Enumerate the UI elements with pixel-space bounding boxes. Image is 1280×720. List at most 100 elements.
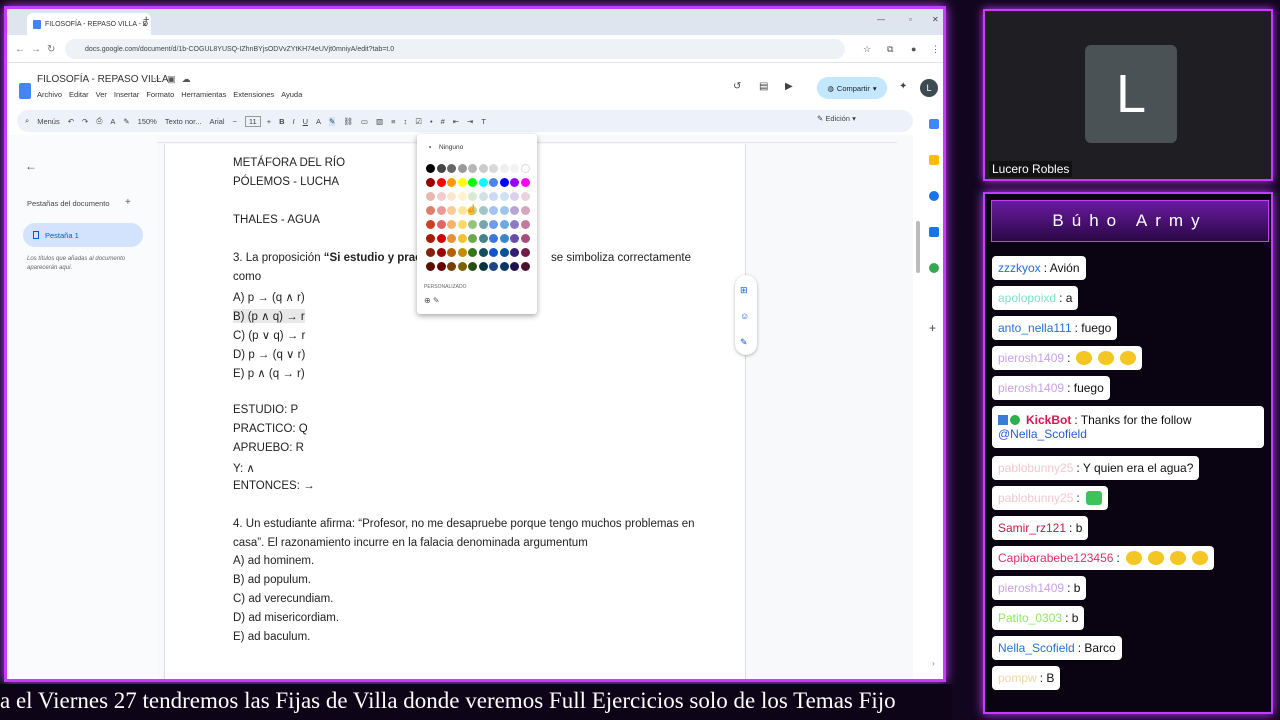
chat-username[interactable]: pierosh1409 (998, 381, 1064, 395)
color-swatch[interactable] (447, 164, 456, 173)
contacts-icon[interactable] (929, 227, 939, 237)
color-swatch[interactable] (499, 234, 509, 243)
url-field[interactable]: docs.google.com/document/d/1b-COGUL8YUSQ… (65, 39, 845, 59)
none-option[interactable]: Ninguno (439, 144, 463, 151)
chat-username[interactable]: pablobunny25 (998, 491, 1073, 505)
color-swatch[interactable] (457, 192, 467, 201)
color-swatch[interactable] (520, 248, 530, 257)
chat-username[interactable]: Samir_rz121 (998, 521, 1066, 535)
menu-ayuda[interactable]: Ayuda (281, 90, 302, 99)
color-swatch[interactable] (426, 220, 435, 229)
color-swatch[interactable] (478, 234, 488, 243)
emoji-reaction-icon[interactable]: ☺ (740, 311, 749, 321)
color-swatch[interactable] (426, 192, 435, 201)
color-swatch[interactable] (436, 234, 446, 243)
color-swatch[interactable] (468, 234, 477, 243)
move-folder-icon[interactable]: ▣ (167, 74, 182, 84)
color-swatch[interactable] (520, 164, 530, 173)
decrease-size-icon[interactable]: − (233, 117, 237, 126)
line-spacing-icon[interactable]: ↕ (403, 117, 407, 126)
menu-editar[interactable]: Editar (69, 90, 89, 99)
italic-icon[interactable]: I (293, 117, 295, 126)
bold-icon[interactable]: B (279, 117, 284, 126)
menu-dots-icon[interactable]: ⋮ (931, 44, 940, 55)
highlight-color-icon[interactable]: ✎ (329, 116, 336, 126)
chat-username[interactable]: zzzkyox (998, 261, 1041, 275)
text-color-icon[interactable]: A (316, 117, 321, 126)
tasks-icon[interactable] (929, 191, 939, 201)
meet-icon[interactable]: ▶ (785, 81, 793, 92)
gemini-icon[interactable]: ✦ (899, 81, 907, 92)
cloud-status-icon[interactable]: ☁ (182, 74, 197, 84)
menu-extensiones[interactable]: Extensiones (233, 90, 274, 99)
indent-increase-icon[interactable]: ⇥ (467, 117, 473, 126)
color-swatch[interactable] (499, 164, 509, 173)
font-size-input[interactable]: 11 (244, 115, 261, 127)
color-swatch[interactable] (436, 206, 446, 215)
add-tab-button[interactable]: + (125, 197, 131, 208)
chat-username[interactable]: apolopoixd (998, 291, 1056, 305)
style-select[interactable]: Texto nor... (165, 117, 202, 126)
checklist-icon[interactable]: ☑ (415, 117, 422, 126)
chat-username[interactable]: pierosh1409 (998, 581, 1064, 595)
share-button[interactable]: ◍ Compartir ▾ (817, 77, 887, 99)
color-swatch[interactable] (478, 262, 488, 271)
color-swatch[interactable] (457, 164, 467, 173)
color-swatch[interactable] (457, 262, 467, 271)
color-swatch[interactable] (426, 206, 435, 215)
history-icon[interactable]: ↺ (733, 81, 741, 92)
color-swatch[interactable] (499, 206, 509, 215)
color-swatch[interactable] (510, 262, 519, 271)
paint-format-icon[interactable]: ✎ (123, 117, 129, 126)
color-swatch[interactable] (499, 192, 509, 201)
chat-username[interactable]: Patito_0303 (998, 611, 1062, 625)
color-swatch[interactable] (489, 220, 498, 229)
color-swatch[interactable] (489, 192, 498, 201)
add-custom-color-icon[interactable]: ⊕ ✎ (424, 296, 440, 305)
color-swatch[interactable] (468, 178, 477, 187)
color-swatch[interactable] (510, 178, 519, 187)
maximize-icon[interactable]: ▫ (909, 15, 912, 24)
add-comment-icon[interactable]: ⊞ (740, 285, 748, 296)
color-swatch[interactable] (510, 192, 519, 201)
color-swatch[interactable] (426, 178, 435, 187)
color-swatch[interactable] (510, 220, 519, 229)
docs-logo-icon[interactable] (19, 83, 31, 99)
color-swatch[interactable] (520, 262, 530, 271)
color-swatch[interactable] (436, 164, 446, 173)
color-swatch[interactable] (520, 178, 530, 187)
color-swatch[interactable] (499, 262, 509, 271)
chat-username[interactable]: anto_nella111 (998, 321, 1072, 335)
color-swatch[interactable] (520, 234, 530, 243)
account-avatar[interactable]: L (920, 79, 938, 97)
search-icon[interactable]: ⌕ (25, 116, 29, 126)
color-swatch[interactable] (468, 164, 477, 173)
color-swatch[interactable] (468, 262, 477, 271)
editing-mode-select[interactable]: ✎ Edición ▾ (817, 114, 856, 123)
color-swatch[interactable] (499, 178, 509, 187)
keep-icon[interactable] (929, 155, 939, 165)
chat-username[interactable]: pompw (998, 671, 1037, 685)
chat-mention[interactable]: @Nella_Scofield (998, 427, 1087, 441)
color-swatch[interactable] (489, 178, 498, 187)
color-swatch[interactable] (510, 248, 519, 257)
scrollbar-thumb[interactable] (916, 221, 920, 273)
image-icon[interactable]: ▨ (376, 117, 383, 126)
color-swatch[interactable] (457, 248, 467, 257)
color-swatch[interactable] (489, 234, 498, 243)
chat-username[interactable]: pablobunny25 (998, 461, 1073, 475)
spellcheck-icon[interactable]: A (110, 117, 115, 126)
menu-archivo[interactable]: Archivo (37, 90, 62, 99)
suggest-edit-icon[interactable]: ✎ (740, 337, 748, 348)
color-swatch[interactable] (447, 234, 456, 243)
undo-icon[interactable]: ↶ (68, 117, 74, 126)
color-swatch[interactable] (436, 192, 446, 201)
minimize-icon[interactable]: — (877, 15, 885, 24)
chat-username[interactable]: Nella_Scofield (998, 641, 1075, 655)
color-swatch[interactable] (436, 248, 446, 257)
color-swatch[interactable] (436, 220, 446, 229)
color-swatch[interactable] (510, 164, 519, 173)
color-swatch[interactable] (489, 206, 498, 215)
color-swatch[interactable] (447, 206, 456, 215)
scroll-chevron-icon[interactable]: › (932, 659, 935, 668)
